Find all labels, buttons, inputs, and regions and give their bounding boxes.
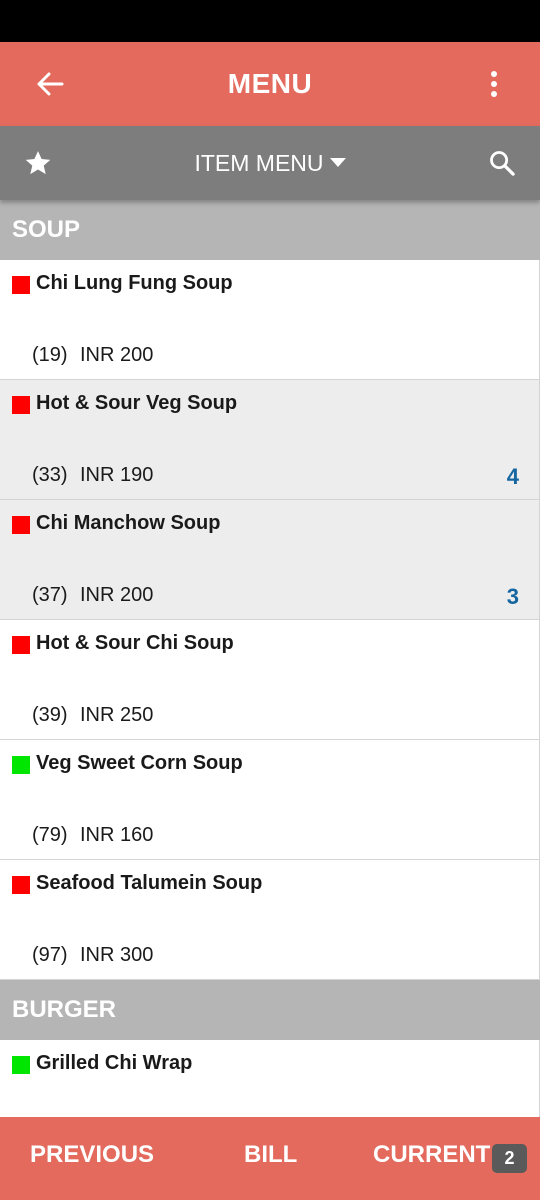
search-icon[interactable] [478, 139, 526, 187]
item-quantity: 3 [506, 584, 519, 609]
menu-item[interactable]: Chi Lung Fung Soup (19) INR 200 [0, 260, 540, 380]
item-name: Chi Lung Fung Soup [36, 272, 233, 294]
veg-marker [12, 756, 30, 774]
dropdown-label: ITEM MENU [194, 149, 324, 176]
item-name: Seafood Talumein Soup [36, 872, 263, 894]
item-price: INR 200 [80, 344, 154, 366]
item-code: (39) [32, 704, 68, 726]
non-veg-marker [12, 276, 30, 294]
menu-item[interactable]: Hot & Sour Chi Soup (39) INR 250 [0, 620, 540, 740]
item-code: (97) [32, 944, 68, 966]
menu-item[interactable]: Veg Sweet Corn Soup (79) INR 160 [0, 740, 540, 860]
item-code: (33) [32, 464, 68, 486]
non-veg-marker [12, 636, 30, 654]
menu-item[interactable]: Seafood Talumein Soup (97) INR 300 [0, 860, 540, 980]
item-name: Hot & Sour Veg Soup [36, 392, 238, 414]
star-icon[interactable] [14, 139, 62, 187]
item-name: Chi Manchow Soup [36, 512, 221, 534]
menu-item[interactable]: Chi Manchow Soup (37) INR 200 3 [0, 500, 540, 620]
item-code: (79) [32, 824, 68, 846]
arrow-left-icon[interactable] [26, 60, 74, 108]
page-title: MENU [227, 68, 313, 99]
menu-list[interactable]: SOUP Chi Lung Fung Soup (19) INR 200 Hot & S… [0, 200, 540, 1117]
menu-item[interactable]: Hot & Sour Veg Soup (33) INR 190 4 [0, 380, 540, 500]
item-name: Hot & Sour Chi Soup [36, 632, 234, 654]
more-vertical-icon[interactable] [470, 60, 518, 108]
non-veg-marker [12, 396, 30, 414]
item-code: (19) [32, 344, 68, 366]
item-price: INR 300 [80, 944, 154, 966]
previous-button[interactable]: PREVIOUS [30, 1141, 154, 1169]
status-bar [0, 0, 540, 42]
item-name: Grilled Chi Wrap [36, 1052, 193, 1074]
item-code: (37) [32, 584, 68, 606]
bill-button[interactable]: BILL [244, 1141, 297, 1169]
current-button[interactable]: CURRENT [373, 1141, 490, 1169]
item-menu-dropdown[interactable]: ITEM MENU [194, 149, 346, 177]
item-price: INR 160 [80, 824, 154, 846]
non-veg-marker [12, 876, 30, 894]
item-name: Veg Sweet Corn Soup [36, 752, 243, 774]
menu-toolbar: ITEM MENU [0, 126, 540, 200]
non-veg-marker [12, 516, 30, 534]
veg-marker [12, 1056, 30, 1074]
app-bar: MENU [0, 42, 540, 126]
item-price: INR 190 [80, 464, 154, 486]
current-count-badge: 2 [492, 1144, 527, 1173]
menu-item[interactable]: Grilled Chi Wrap [0, 1040, 540, 1117]
bottom-nav: PREVIOUS BILL CURRENT 2 [0, 1117, 540, 1200]
category-header: SOUP [0, 200, 540, 260]
item-price: INR 200 [80, 584, 154, 606]
category-header: BURGER [0, 980, 540, 1040]
item-price: INR 250 [80, 704, 154, 726]
caret-down-icon [329, 158, 346, 167]
item-quantity: 4 [506, 464, 519, 489]
